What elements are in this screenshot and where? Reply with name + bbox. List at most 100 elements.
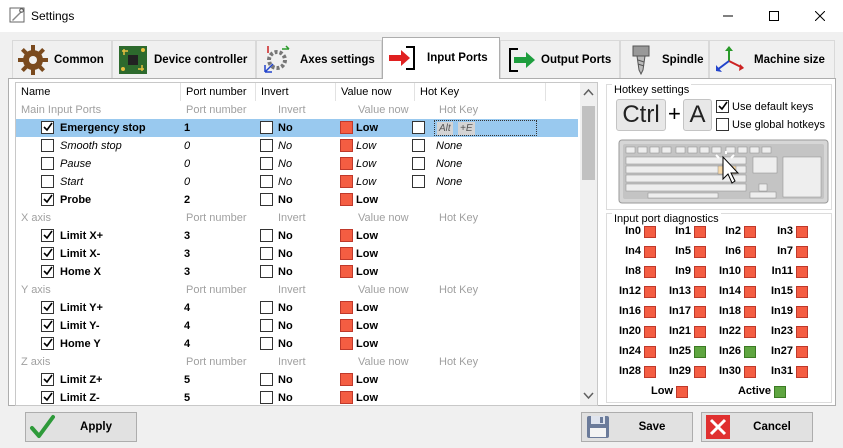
hotkey-checkbox[interactable]	[412, 139, 425, 152]
enable-checkbox[interactable]	[41, 247, 54, 260]
enable-checkbox[interactable]	[41, 373, 54, 386]
tab-machine-size[interactable]: Machine size	[709, 40, 835, 78]
input-port-label: In23	[770, 325, 793, 337]
hotkey-checkbox[interactable]	[412, 121, 425, 134]
invert-checkbox[interactable]	[260, 121, 273, 134]
hotkey-cell[interactable]: Alt +E	[434, 120, 537, 136]
enable-checkbox[interactable]	[41, 193, 54, 206]
invert-checkbox[interactable]	[260, 391, 273, 404]
scroll-down-arrow-icon[interactable]	[583, 392, 594, 400]
minimize-button[interactable]	[705, 0, 751, 32]
input-port-led	[644, 306, 656, 318]
input-port-label: In25	[668, 345, 691, 357]
port-number[interactable]: 3	[184, 227, 190, 245]
invert-checkbox[interactable]	[260, 175, 273, 188]
table-row[interactable]: Home X 3 No Low	[16, 263, 578, 281]
input-port-led	[744, 326, 756, 338]
hotkey-checkbox[interactable]	[412, 157, 425, 170]
enable-checkbox[interactable]	[41, 301, 54, 314]
legend-low-indicator	[676, 386, 688, 398]
column-header-hotkey[interactable]: Hot Key	[415, 83, 546, 101]
column-header-value[interactable]: Value now	[336, 83, 415, 101]
enable-checkbox[interactable]	[41, 391, 54, 404]
enable-checkbox[interactable]	[41, 229, 54, 242]
use-default-keys-checkbox[interactable]	[716, 100, 729, 113]
invert-checkbox[interactable]	[260, 229, 273, 242]
apply-button[interactable]: Apply	[25, 412, 137, 442]
hotkey-checkbox[interactable]	[412, 175, 425, 188]
tab-common[interactable]: Common	[12, 40, 112, 78]
table-row[interactable]: Limit X- 3 No Low	[16, 245, 578, 263]
column-header-invert[interactable]: Invert	[256, 83, 336, 101]
hotkey-value[interactable]: None	[436, 173, 462, 191]
port-number[interactable]: 5	[184, 389, 190, 405]
input-port-label: In20	[618, 325, 641, 337]
invert-checkbox[interactable]	[260, 319, 273, 332]
save-button[interactable]: Save	[581, 412, 693, 442]
table-row[interactable]: Probe 2 No Low	[16, 191, 578, 209]
table-row[interactable]: Start 0 No Low None	[16, 173, 578, 191]
close-button[interactable]	[797, 0, 843, 32]
cancel-button[interactable]: Cancel	[701, 412, 813, 442]
tab-device-controller[interactable]: Device controller	[112, 40, 256, 78]
table-vertical-scrollbar[interactable]	[580, 83, 597, 405]
input-port-label: In21	[668, 325, 691, 337]
port-number[interactable]: 5	[184, 371, 190, 389]
enable-checkbox[interactable]	[41, 139, 54, 152]
invert-checkbox[interactable]	[260, 247, 273, 260]
port-number[interactable]: 4	[184, 299, 190, 317]
use-global-hotkeys-checkbox[interactable]	[716, 118, 729, 131]
column-header-name[interactable]: Name	[16, 83, 181, 101]
invert-checkbox[interactable]	[260, 373, 273, 386]
column-header-port[interactable]: Port number	[181, 83, 256, 101]
port-number[interactable]: 4	[184, 335, 190, 353]
maximize-button[interactable]	[751, 0, 797, 32]
invert-checkbox[interactable]	[260, 139, 273, 152]
scrollbar-thumb[interactable]	[582, 106, 595, 180]
table-row[interactable]: Smooth stop 0 No Low None	[16, 137, 578, 155]
invert-checkbox[interactable]	[260, 193, 273, 206]
port-number[interactable]: 0	[184, 173, 190, 191]
input-port-label: In16	[618, 305, 641, 317]
input-port-led	[694, 326, 706, 338]
table-row[interactable]: Limit Y+ 4 No Low	[16, 299, 578, 317]
enable-checkbox[interactable]	[41, 175, 54, 188]
invert-checkbox[interactable]	[260, 301, 273, 314]
enable-checkbox[interactable]	[41, 121, 54, 134]
table-row[interactable]: Limit X+ 3 No Low	[16, 227, 578, 245]
tab-input-ports-label: Input Ports	[427, 52, 488, 64]
input-port-label: In0	[625, 225, 641, 237]
port-number[interactable]: 3	[184, 263, 190, 281]
tab-spindle[interactable]: Spindle	[620, 40, 709, 78]
table-row[interactable]: Limit Y- 4 No Low	[16, 317, 578, 335]
tab-output-ports[interactable]: Output Ports	[500, 40, 620, 78]
port-number[interactable]: 1	[184, 119, 190, 137]
enable-checkbox[interactable]	[41, 265, 54, 278]
scroll-up-arrow-icon[interactable]	[583, 88, 594, 96]
table-row[interactable]: Pause 0 No Low None	[16, 155, 578, 173]
hotkey-value[interactable]: None	[436, 155, 462, 173]
invert-checkbox[interactable]	[260, 265, 273, 278]
port-number[interactable]: 0	[184, 155, 190, 173]
port-number[interactable]: 4	[184, 317, 190, 335]
tab-input-ports[interactable]: Input Ports	[382, 37, 500, 79]
enable-checkbox[interactable]	[41, 319, 54, 332]
invert-checkbox[interactable]	[260, 337, 273, 350]
table-row[interactable]: Emergency stop 1 No Low Alt +E	[16, 119, 578, 137]
invert-checkbox[interactable]	[260, 157, 273, 170]
port-number[interactable]: 2	[184, 191, 190, 209]
hotkey-value[interactable]: None	[436, 137, 462, 155]
input-port-led	[694, 266, 706, 278]
input-port-label: In11	[771, 265, 793, 277]
value-indicator	[340, 319, 353, 332]
table-row[interactable]: Limit Z- 5 No Low	[16, 389, 578, 405]
table-row[interactable]: Home Y 4 No Low	[16, 335, 578, 353]
port-number[interactable]: 0	[184, 137, 190, 155]
value-indicator	[340, 301, 353, 314]
input-port-led	[694, 286, 706, 298]
enable-checkbox[interactable]	[41, 337, 54, 350]
tab-axes-settings[interactable]: Axes settings	[256, 40, 382, 78]
port-number[interactable]: 3	[184, 245, 190, 263]
table-row[interactable]: Limit Z+ 5 No Low	[16, 371, 578, 389]
enable-checkbox[interactable]	[41, 157, 54, 170]
